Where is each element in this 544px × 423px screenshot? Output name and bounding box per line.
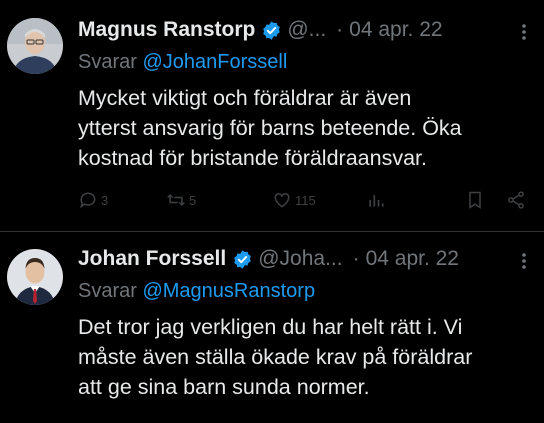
views-button[interactable]	[366, 190, 386, 210]
reply-prefix: Svarar	[78, 51, 137, 73]
tweet[interactable]: Magnus Ranstorp @... · 04 apr. 22 Svarar…	[0, 0, 544, 232]
more-icon[interactable]	[516, 22, 532, 42]
author-handle[interactable]: @...	[287, 18, 326, 42]
tweet-text: Mycket viktigt och föräldrar är även ytt…	[78, 83, 532, 173]
tweet-date[interactable]: 04 apr. 22	[349, 18, 442, 42]
retweet-icon	[167, 193, 185, 207]
reply-button[interactable]: 3	[78, 190, 108, 210]
author-name[interactable]: Johan Forssell	[78, 247, 226, 271]
tweet-text-line: ytterst ansvarig för barns beteende. Öka	[78, 116, 462, 140]
share-button[interactable]	[506, 190, 526, 210]
avatar[interactable]	[7, 18, 63, 74]
bookmark-icon	[469, 191, 481, 209]
like-icon	[274, 192, 290, 208]
tweet-text-line: att ge sina barn sunda normer.	[78, 375, 370, 399]
views-icon	[369, 195, 384, 207]
bookmark-button[interactable]	[465, 190, 485, 210]
verified-badge-icon	[263, 20, 281, 40]
author-handle[interactable]: @Joha...	[258, 247, 342, 271]
tweet[interactable]: Johan Forssell @Joha... · 04 apr. 22 Sva…	[0, 232, 544, 423]
like-button[interactable]: 115	[272, 190, 316, 210]
reply-context: Svarar @MagnusRanstorp	[78, 277, 532, 305]
reply-context: Svarar @JohanForssell	[78, 48, 532, 76]
separator: ·	[336, 18, 344, 41]
tweet-date[interactable]: 04 apr. 22	[366, 247, 459, 271]
tweet-header: Johan Forssell @Joha... · 04 apr. 22	[78, 243, 532, 275]
avatar[interactable]	[7, 249, 63, 305]
action-bar: 3 5 115	[78, 190, 526, 218]
reply-prefix: Svarar	[78, 280, 137, 302]
retweet-count: 5	[189, 192, 197, 208]
separator: ·	[352, 247, 360, 270]
reply-icon	[80, 192, 96, 209]
share-icon	[508, 191, 524, 209]
tweet-text-line: Mycket viktigt och föräldrar är även	[78, 86, 412, 110]
tweet-header: Magnus Ranstorp @... · 04 apr. 22	[78, 14, 532, 46]
tweet-text: Det tror jag verkligen du har helt rätt …	[78, 312, 532, 402]
tweet-text-line: kostnad för bristande föräldraansvar.	[78, 146, 427, 170]
tweet-text-line: Det tror jag verkligen du har helt rätt …	[78, 315, 463, 339]
reply-mention[interactable]: @JohanForssell	[142, 51, 287, 73]
tweet-text-line: måste även ställa ökade krav på föräldra…	[78, 345, 473, 369]
verified-badge-icon	[234, 249, 252, 269]
author-name[interactable]: Magnus Ranstorp	[78, 18, 255, 42]
like-count: 115	[295, 192, 316, 208]
reply-mention[interactable]: @MagnusRanstorp	[142, 280, 315, 302]
retweet-button[interactable]: 5	[166, 190, 196, 210]
reply-count: 3	[101, 192, 109, 208]
more-icon[interactable]	[516, 251, 532, 271]
